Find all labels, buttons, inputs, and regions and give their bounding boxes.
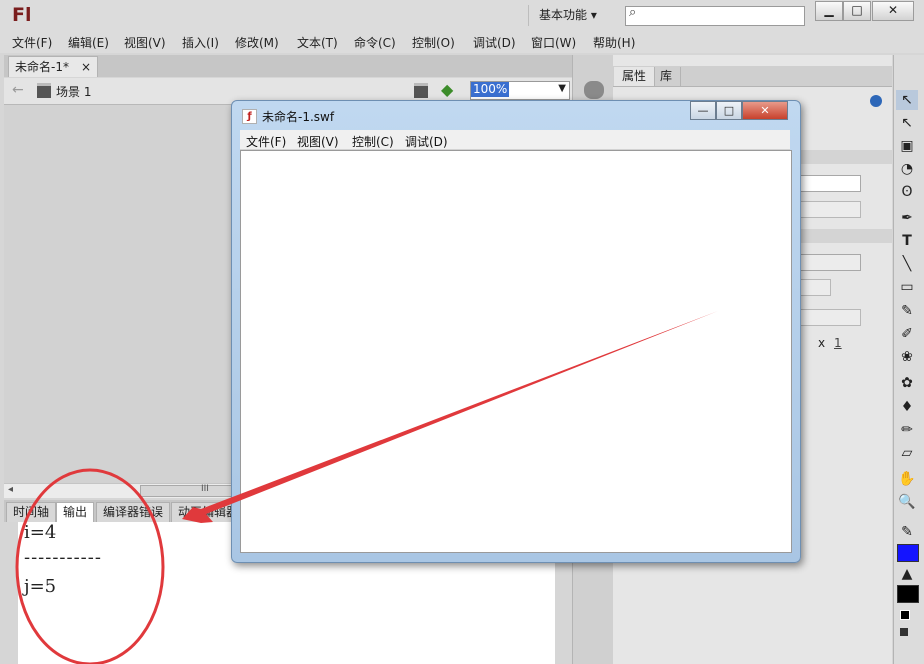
edit-scene-icon[interactable] — [414, 83, 428, 98]
field-value[interactable]: 1 — [834, 336, 842, 350]
workspace-switcher[interactable]: 基本功能 ▾ — [528, 5, 621, 26]
zoom-value: 100% — [471, 82, 510, 97]
pencil-tool-icon[interactable]: ✎ — [896, 301, 918, 321]
help-search-input[interactable]: ⌕ — [625, 5, 805, 26]
menu-insert[interactable]: 插入(I) — [182, 34, 219, 51]
output-line: i=4 — [24, 522, 57, 543]
property-dropdown[interactable] — [800, 201, 861, 218]
swf-menu-file[interactable]: 文件(F) — [246, 133, 286, 150]
3d-rotation-tool-icon[interactable]: ◔ — [896, 159, 918, 179]
flash-player-icon: ƒ — [242, 109, 257, 124]
back-arrow-icon[interactable]: ← — [12, 82, 24, 98]
swf-maximize-button[interactable]: □ — [716, 101, 742, 120]
text-tool-icon[interactable]: T — [896, 231, 918, 251]
search-icon: ⌕ — [629, 5, 637, 20]
maximize-button[interactable]: □ — [843, 1, 871, 21]
swf-content-area[interactable] — [240, 150, 792, 553]
black-white-icon[interactable] — [900, 610, 910, 620]
property-dropdown[interactable] — [800, 254, 861, 271]
swf-close-button[interactable]: ✕ — [742, 101, 788, 120]
document-tab[interactable]: 未命名-1* × — [8, 56, 98, 77]
tab-timeline[interactable]: 时间轴 — [6, 502, 57, 522]
deco-tool-icon[interactable]: ❀ — [896, 347, 918, 367]
minimize-button[interactable]: ▁ — [815, 1, 843, 21]
menu-modify[interactable]: 修改(M) — [235, 34, 279, 51]
stroke-color-icon[interactable]: ✎ — [896, 522, 918, 542]
lasso-tool-icon[interactable]: ʘ — [896, 182, 918, 202]
tab-output[interactable]: 输出 — [56, 502, 95, 522]
hand-tool-icon[interactable]: ✋ — [896, 469, 918, 489]
instance-name-field[interactable] — [800, 175, 861, 192]
zoom-tool-icon[interactable]: 🔍 — [896, 492, 918, 512]
menu-window[interactable]: 窗口(W) — [531, 34, 576, 51]
swf-menu-control[interactable]: 控制(C) — [352, 133, 394, 150]
palette-icon[interactable] — [584, 81, 604, 99]
scroll-grip: III — [201, 484, 209, 494]
menu-text[interactable]: 文本(T) — [297, 34, 338, 51]
field-x-label: x — [818, 336, 826, 350]
property-dropdown[interactable] — [800, 309, 861, 326]
menu-control[interactable]: 控制(O) — [412, 34, 455, 51]
workspace-label: 基本功能 — [539, 8, 588, 22]
menu-help[interactable]: 帮助(H) — [593, 34, 635, 51]
document-tab-label: 未命名-1* — [15, 60, 69, 74]
menu-file[interactable]: 文件(F) — [12, 34, 52, 51]
fill-color-swatch[interactable] — [897, 585, 919, 603]
output-gutter — [4, 522, 18, 664]
swf-menu-debug[interactable]: 调试(D) — [405, 133, 448, 150]
chevron-down-icon: ▾ — [590, 8, 597, 22]
tab-library[interactable]: 库 — [652, 67, 682, 86]
scene-clapper-icon — [37, 83, 51, 98]
output-line: j=5 — [24, 576, 57, 597]
menu-edit[interactable]: 编辑(E) — [68, 34, 109, 51]
chevron-down-icon: ▼ — [558, 83, 566, 94]
swf-menu-view[interactable]: 视图(V) — [297, 133, 339, 150]
eraser-tool-icon[interactable]: ▱ — [896, 443, 918, 463]
free-transform-tool-icon[interactable]: ▣ — [896, 136, 918, 156]
menu-view[interactable]: 视图(V) — [124, 34, 166, 51]
edit-symbols-icon[interactable]: ◆ — [441, 80, 453, 99]
paint-bucket-tool-icon[interactable]: ♦ — [896, 397, 918, 417]
tab-properties[interactable]: 属性 — [614, 67, 656, 86]
menu-commands[interactable]: 命令(C) — [354, 34, 396, 51]
fill-color-icon[interactable]: ▲ — [896, 564, 918, 584]
menu-debug[interactable]: 调试(D) — [473, 34, 516, 51]
eyedropper-tool-icon[interactable]: ✏ — [896, 420, 918, 440]
bone-tool-icon[interactable]: ✿ — [896, 373, 918, 393]
subselection-tool-icon[interactable]: ↖ — [896, 113, 918, 133]
swf-minimize-button[interactable]: — — [690, 101, 716, 120]
rectangle-tool-icon[interactable]: ▭ — [896, 277, 918, 297]
output-line: ----------- — [24, 547, 102, 568]
scroll-left-icon[interactable]: ◂ — [8, 484, 13, 495]
help-icon[interactable] — [870, 95, 882, 107]
scene-label: 场景 1 — [56, 85, 92, 99]
stroke-color-swatch[interactable] — [897, 544, 919, 562]
brush-tool-icon[interactable]: ✐ — [896, 324, 918, 344]
pen-tool-icon[interactable]: ✒ — [896, 208, 918, 228]
property-dropdown[interactable] — [800, 279, 831, 296]
swap-colors-icon[interactable] — [900, 628, 908, 636]
close-icon[interactable]: × — [81, 57, 91, 77]
flash-logo: Fl — [12, 4, 32, 26]
close-button[interactable]: ✕ — [872, 1, 914, 21]
line-tool-icon[interactable]: ╲ — [896, 254, 918, 274]
tab-compiler-errors[interactable]: 编译器错误 — [96, 502, 171, 522]
swf-window-title: 未命名-1.swf — [262, 110, 335, 124]
selection-tool-icon[interactable]: ↖ — [896, 90, 918, 110]
